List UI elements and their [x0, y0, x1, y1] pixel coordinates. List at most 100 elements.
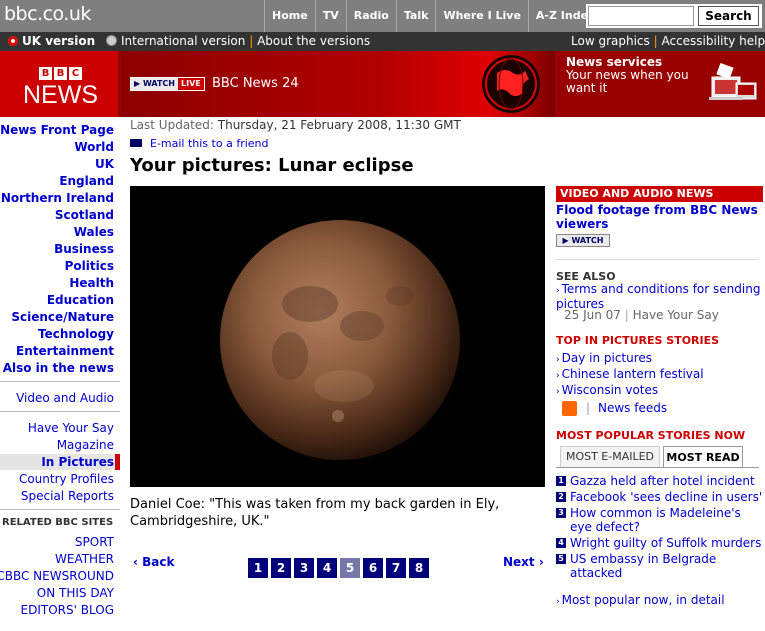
tab-underline	[556, 467, 759, 468]
nav-also-in-the-news[interactable]: Also in the news	[3, 361, 114, 375]
nav-divider	[0, 381, 120, 382]
moon-image	[130, 186, 545, 487]
separator: |	[586, 401, 591, 415]
search-input[interactable]	[588, 6, 694, 26]
bbc-news-logo[interactable]: B B C NEWS	[0, 51, 118, 117]
arrow-icon: ›	[556, 387, 560, 397]
rank-badge: 3	[556, 508, 566, 518]
rss-icon[interactable]	[562, 401, 577, 416]
search-button[interactable]: Search	[698, 6, 759, 26]
nav-where-i-live[interactable]: Where I Live	[435, 0, 527, 32]
nav-cbbc-newsround[interactable]: CBBC NEWSROUND	[0, 569, 114, 583]
live-label: LIVE	[178, 78, 204, 90]
radio-unselected-icon[interactable]	[106, 35, 117, 46]
page-1[interactable]: 1	[248, 558, 268, 578]
watch-button[interactable]: ▶ WATCH	[556, 234, 610, 247]
nav-politics[interactable]: Politics	[65, 259, 114, 273]
tab-most-emailed[interactable]: MOST E-MAILED	[560, 446, 660, 468]
top-pictures-link[interactable]: Day in pictures	[562, 351, 652, 365]
nav-england[interactable]: England	[59, 174, 114, 188]
nav-world[interactable]: World	[74, 140, 114, 154]
site-name-link[interactable]: bbc.co.uk	[4, 3, 91, 25]
back-link[interactable]: ‹ Back	[133, 555, 174, 569]
page-7[interactable]: 7	[386, 558, 406, 578]
top-pictures-link[interactable]: Wisconsin votes	[562, 383, 659, 397]
most-read-link[interactable]: Gazza held after hotel incident	[570, 474, 765, 488]
nav-weather[interactable]: WEATHER	[55, 552, 114, 566]
nav-radio[interactable]: Radio	[345, 0, 396, 32]
most-read-link[interactable]: US embassy in Belgrade attacked	[570, 552, 765, 580]
news-services-desc: Your news when you want it	[566, 68, 689, 95]
most-read-link[interactable]: How common is Madeleine's eye defect?	[570, 506, 765, 534]
low-graphics-link[interactable]: Low graphics	[571, 34, 650, 48]
nav-sport[interactable]: SPORT	[75, 535, 114, 549]
top-pictures-item[interactable]: › Wisconsin votes	[556, 384, 658, 399]
nav-scotland[interactable]: Scotland	[55, 208, 114, 222]
nav-news-front-page[interactable]: News Front Page	[0, 123, 114, 137]
last-updated-label: Last Updated:	[130, 118, 214, 132]
nav-on-this-day[interactable]: ON THIS DAY	[37, 586, 114, 600]
last-updated-value: Thursday, 21 February 2008, 11:30 GMT	[217, 118, 461, 132]
separator: |	[653, 34, 658, 48]
nav-business[interactable]: Business	[54, 242, 114, 256]
top-pictures-item[interactable]: › Day in pictures	[556, 352, 652, 367]
logo-letter: B	[54, 67, 67, 80]
related-sites-heading: RELATED BBC SITES	[2, 517, 114, 528]
most-popular-detail-item[interactable]: › Most popular now, in detail	[556, 594, 725, 609]
logo-news-word: NEWS	[23, 81, 98, 109]
radio-selected-icon[interactable]	[8, 36, 18, 46]
nav-tv[interactable]: TV	[314, 0, 346, 32]
nav-talk[interactable]: Talk	[395, 0, 436, 32]
nav-uk[interactable]: UK	[95, 157, 114, 171]
most-read-link[interactable]: Wright guilty of Suffolk murders	[570, 536, 765, 550]
watch-live-badge[interactable]: ▶ WATCH LIVE	[130, 77, 205, 91]
news24-promo[interactable]: ▶ WATCH LIVE BBC News 24	[121, 51, 555, 117]
see-also-section: Have Your Say	[632, 308, 719, 322]
nav-science-nature[interactable]: Science/Nature	[11, 310, 114, 324]
nav-entertainment[interactable]: Entertainment	[16, 344, 114, 358]
globe-icon	[482, 55, 540, 113]
nav-northern-ireland[interactable]: Northern Ireland	[1, 191, 114, 205]
email-friend-link[interactable]: E-mail this to a friend	[150, 137, 269, 150]
most-popular-detail-link[interactable]: Most popular now, in detail	[562, 593, 725, 607]
news-services-promo[interactable]: News services Your news when you want it	[556, 51, 765, 117]
see-also-item[interactable]: › Terms and conditions for sending pictur…	[556, 283, 761, 311]
page-6[interactable]: 6	[363, 558, 383, 578]
rank-badge: 2	[556, 492, 566, 502]
top-pictures-link[interactable]: Chinese lantern festival	[562, 367, 704, 381]
nav-magazine[interactable]: Magazine	[57, 438, 114, 452]
nav-special-reports[interactable]: Special Reports	[21, 489, 114, 503]
page-8[interactable]: 8	[409, 558, 429, 578]
next-link[interactable]: Next ›	[503, 555, 544, 569]
nav-editors-blog[interactable]: EDITORS' BLOG	[21, 603, 114, 617]
logo-letter: C	[69, 67, 82, 80]
photo-caption: Daniel Coe: "This was taken from my back…	[130, 497, 500, 529]
most-read-link[interactable]: Facebook 'sees decline in users'	[570, 490, 765, 504]
page-2[interactable]: 2	[271, 558, 291, 578]
nav-in-pictures[interactable]: In Pictures	[41, 455, 114, 469]
flood-footage-link[interactable]: Flood footage from BBC News viewers	[556, 203, 761, 231]
uk-version-label: UK version	[22, 34, 96, 48]
rank-badge: 1	[556, 476, 566, 486]
tab-most-read[interactable]: MOST READ	[663, 446, 743, 468]
accessibility-help-link[interactable]: Accessibility help	[661, 34, 765, 48]
section-divider	[556, 259, 759, 260]
page-4[interactable]: 4	[317, 558, 337, 578]
nav-wales[interactable]: Wales	[74, 225, 114, 239]
nav-education[interactable]: Education	[47, 293, 114, 307]
news-feeds-link[interactable]: News feeds	[598, 401, 667, 415]
nav-technology[interactable]: Technology	[38, 327, 114, 341]
nav-health[interactable]: Health	[69, 276, 114, 290]
nav-country-profiles[interactable]: Country Profiles	[19, 472, 114, 486]
nav-video-and-audio[interactable]: Video and Audio	[16, 391, 114, 405]
page-5-current[interactable]: 5	[340, 558, 360, 578]
see-also-link[interactable]: Terms and conditions for sending picture…	[556, 282, 760, 311]
top-pictures-item[interactable]: › Chinese lantern festival	[556, 368, 704, 383]
nav-have-your-say[interactable]: Have Your Say	[28, 421, 114, 435]
international-version-option[interactable]: International version | About the versio…	[106, 34, 370, 48]
page-3[interactable]: 3	[294, 558, 314, 578]
about-versions-link[interactable]: About the versions	[257, 34, 370, 48]
uk-version-option[interactable]: UK version	[8, 34, 95, 48]
nav-home[interactable]: Home	[264, 0, 315, 32]
email-friend-row[interactable]: E-mail this to a friend	[130, 137, 269, 150]
